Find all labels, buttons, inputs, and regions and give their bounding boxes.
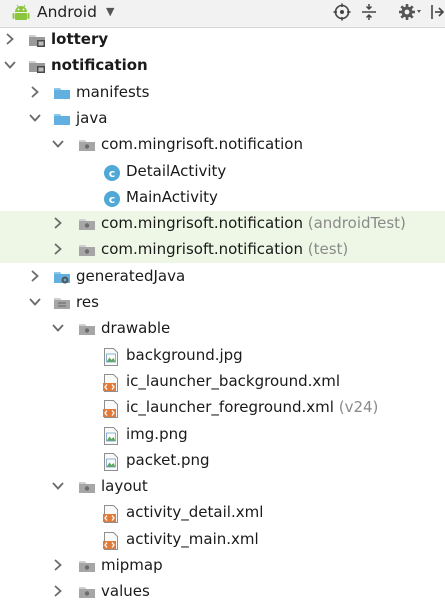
- chevron-down-icon[interactable]: ▼: [106, 5, 114, 18]
- image-file-icon: [103, 452, 121, 471]
- tree-item-label: com.mingrisoft.notification: [101, 135, 303, 154]
- tree-row[interactable]: packet.png: [0, 448, 445, 474]
- tree-row[interactable]: res: [0, 290, 445, 316]
- folder-icon: [53, 85, 71, 101]
- collapse-all-icon[interactable]: [360, 3, 378, 25]
- package-icon: [78, 242, 96, 258]
- tree-row[interactable]: layout: [0, 474, 445, 500]
- gear-icon[interactable]: [398, 3, 422, 25]
- tree-item-label: values: [101, 582, 150, 601]
- expand-down-icon[interactable]: [29, 112, 41, 124]
- tree-item-label: com.mingrisoft.notification (test): [101, 240, 349, 259]
- tree-row[interactable]: com.mingrisoft.notification (test): [0, 237, 445, 264]
- expand-right-icon[interactable]: [52, 243, 64, 256]
- tree-row[interactable]: mipmap: [0, 553, 445, 579]
- class-icon: c: [103, 164, 121, 181]
- tree-row[interactable]: c MainActivity: [0, 185, 445, 211]
- package-icon: [78, 584, 96, 600]
- generated-folder-icon: [53, 269, 71, 285]
- tree-row[interactable]: notification: [0, 53, 445, 79]
- tree-item-label: generatedJava: [76, 266, 186, 285]
- svg-text:c: c: [109, 193, 116, 206]
- res-folder-icon: [53, 295, 71, 311]
- xml-file-icon: [103, 505, 121, 524]
- tree-item-label: background.jpg: [126, 345, 243, 364]
- tree-item-label: lottery: [51, 30, 109, 48]
- tree-item-label: drawable: [101, 319, 171, 338]
- tree-row[interactable]: lottery: [0, 27, 445, 53]
- tree-item-label: mipmap: [101, 556, 163, 574]
- svg-text:c: c: [109, 167, 116, 180]
- tree-item-label: ic_launcher_background.xml: [126, 371, 341, 390]
- expand-down-icon[interactable]: [52, 480, 64, 492]
- tree-item-suffix: (androidTest): [302, 214, 406, 233]
- tree-item-suffix: (v24): [333, 398, 379, 417]
- expand-right-icon[interactable]: [4, 33, 16, 45]
- tree-row[interactable]: manifests: [0, 80, 445, 106]
- expand-right-icon[interactable]: [29, 85, 41, 98]
- xml-file-icon: [103, 373, 121, 392]
- tree-row[interactable]: img.png: [0, 422, 445, 448]
- tree-item-label: com.mingrisoft.notification (androidTest…: [101, 214, 406, 233]
- tree-row[interactable]: ic_launcher_foreground.xml (v24): [0, 395, 445, 421]
- image-file-icon: [103, 347, 121, 366]
- tree-item-label: manifests: [76, 82, 150, 101]
- tree-item-label: activity_main.xml: [126, 529, 259, 548]
- tree-row[interactable]: generatedJava: [0, 264, 445, 290]
- tree-item-suffix: (test): [302, 240, 349, 259]
- tree-row[interactable]: activity_main.xml: [0, 527, 445, 553]
- view-selector[interactable]: Android: [37, 3, 97, 21]
- expand-right-icon[interactable]: [52, 585, 64, 597]
- tree-item-label: DetailActivity: [126, 161, 227, 180]
- expand-down-icon[interactable]: [29, 296, 41, 308]
- class-icon: c: [103, 190, 121, 207]
- tree-item-label: notification: [51, 56, 148, 75]
- package-icon: [78, 216, 96, 232]
- package-icon: [78, 137, 96, 153]
- expand-right-icon[interactable]: [52, 217, 64, 229]
- project-toolbar: Android ▼: [0, 0, 445, 28]
- tree-row[interactable]: com.mingrisoft.notification: [0, 132, 445, 158]
- package-icon: [78, 558, 96, 574]
- tree-item-label: img.png: [126, 424, 188, 443]
- xml-file-icon: [103, 531, 121, 550]
- tree-row[interactable]: c DetailActivity: [0, 159, 445, 185]
- hide-panel-icon[interactable]: [430, 3, 445, 25]
- expand-right-icon[interactable]: [52, 559, 64, 571]
- android-icon: [12, 4, 30, 26]
- tree-row[interactable]: ic_launcher_background.xml: [0, 369, 445, 395]
- module-folder-icon: [28, 58, 46, 74]
- xml-file-icon: [103, 400, 121, 419]
- expand-right-icon[interactable]: [29, 270, 41, 282]
- tree-item-label: res: [76, 293, 99, 311]
- expand-down-icon[interactable]: [4, 59, 16, 71]
- tree-row[interactable]: java: [0, 106, 445, 132]
- tree-item-label: ic_launcher_foreground.xml (v24): [126, 398, 379, 417]
- package-icon: [78, 479, 96, 495]
- tree-row[interactable]: drawable: [0, 316, 445, 342]
- tree-row[interactable]: values: [0, 579, 445, 605]
- expand-down-icon[interactable]: [52, 138, 64, 150]
- tree-item-label: activity_detail.xml: [126, 503, 264, 522]
- tree-item-label: layout: [101, 477, 148, 496]
- tree-row[interactable]: background.jpg: [0, 343, 445, 369]
- tree-item-label: MainActivity: [126, 187, 218, 206]
- tree-row[interactable]: activity_detail.xml: [0, 500, 445, 526]
- package-icon: [78, 321, 96, 337]
- expand-down-icon[interactable]: [52, 322, 64, 334]
- tree-item-label: packet.png: [126, 450, 210, 469]
- module-folder-icon: [28, 32, 46, 48]
- tree-row[interactable]: com.mingrisoft.notification (androidTest…: [0, 211, 445, 238]
- locate-icon[interactable]: [333, 3, 351, 25]
- tree-item-label: java: [76, 108, 108, 127]
- image-file-icon: [103, 426, 121, 445]
- folder-icon: [53, 111, 71, 127]
